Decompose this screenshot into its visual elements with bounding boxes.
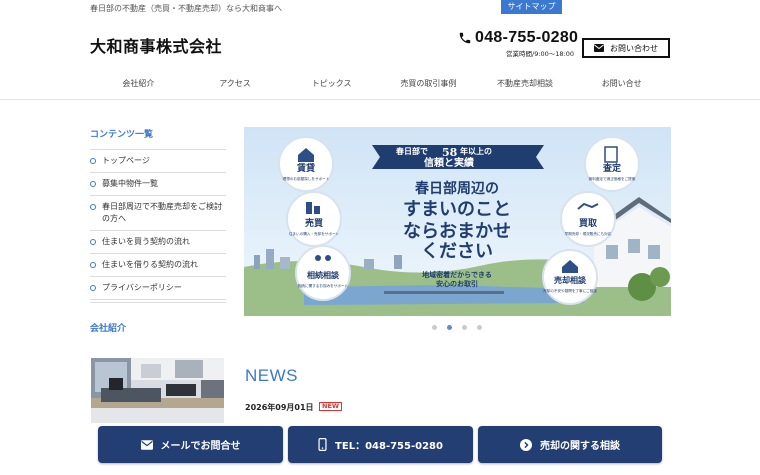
- sidebar-contents-heading: コンテンツ一覧: [90, 130, 154, 140]
- hero-ribbon-main: 信頼と実績: [424, 156, 474, 169]
- arrow-circle-icon: [520, 438, 532, 451]
- building-icon: [306, 202, 312, 214]
- hero-headline-1: 春日部周辺の: [414, 180, 499, 197]
- news-date: 2026年09月01日: [245, 403, 314, 412]
- service-circle-appraisal: 査定 無料査定で適正価格をご提案: [584, 136, 640, 192]
- bullet-icon: [90, 239, 96, 245]
- service-desc: 早期売却・現況販売にも対応: [565, 231, 612, 236]
- carousel-dot[interactable]: [432, 325, 437, 330]
- smartphone-icon: [318, 438, 327, 451]
- news-heading: NEWS: [245, 366, 298, 385]
- service-title: 売買: [305, 217, 323, 229]
- carousel-dot[interactable]: [477, 325, 482, 330]
- service-circle-inheritance: 相続相談 相続に関するお悩みをサポート: [295, 245, 351, 301]
- hero-sub-1: 地域密着だからできる: [422, 270, 492, 279]
- new-badge: NEW: [319, 402, 343, 411]
- contact-button[interactable]: お問い合わせ: [582, 38, 670, 58]
- site-logo[interactable]: 大和商事株式会社: [90, 33, 222, 57]
- sitemap-button[interactable]: サイトマップ: [501, 0, 562, 14]
- sidebar-item-selling[interactable]: 春日部周辺で不動産売却をご検討の方へ: [90, 196, 226, 231]
- sidebar-item-label: 住まいを借りる契約の流れ: [102, 260, 198, 269]
- mail-icon: [140, 439, 153, 450]
- sidebar-item-rent-flow[interactable]: 住まいを借りる契約の流れ: [90, 254, 226, 277]
- service-circle-rent: 賃貸 理想のお部屋探しをサポート: [278, 136, 334, 192]
- sidebar-item-label: 住まいを買う契約の流れ: [102, 237, 190, 246]
- nav-item-access[interactable]: アクセス: [187, 70, 284, 98]
- carousel-dot[interactable]: [462, 325, 467, 330]
- header-phone[interactable]: 048-755-0280: [458, 29, 578, 47]
- service-circle-purchase: 買取 早期売却・現況販売にも対応: [560, 191, 616, 247]
- service-desc: 住まいの購入・売却をサポート: [289, 231, 340, 236]
- sidebar-item-buy-flow[interactable]: 住まいを買う契約の流れ: [90, 231, 226, 254]
- service-desc: 相続に関するお悩みをサポート: [298, 283, 349, 288]
- cta-mail-label: メールでお問合せ: [160, 441, 241, 452]
- sidebar-item-top[interactable]: トップページ: [90, 150, 226, 173]
- carousel-dot[interactable]: [447, 325, 452, 330]
- mail-icon: [594, 44, 604, 52]
- service-title: 賃貸: [296, 162, 315, 174]
- sidebar: コンテンツ一覧 トップページ 募集中物件一覧 春日部周辺で不動産売却をご検討の方…: [90, 127, 226, 300]
- sidebar-item-privacy[interactable]: プライバシーポリシー: [90, 277, 226, 300]
- sidebar-item-label: トップページ: [102, 156, 150, 165]
- cta-phone-button[interactable]: TEL：048-755-0280: [288, 426, 473, 463]
- hero-headline-3: ならおまかせ: [403, 221, 511, 242]
- service-title: 売却相談: [554, 275, 587, 285]
- site-tagline: 春日部の不動産（売買・不動産売却）なら大和商事へ: [90, 4, 282, 13]
- nav-divider: [0, 99, 760, 100]
- office-photo: [91, 358, 224, 423]
- service-desc: 売却の不安や疑問を丁寧にご相談: [543, 288, 597, 293]
- sidebar-item-label: プライバシーポリシー: [102, 283, 182, 292]
- service-circle-sell-consult: 売却相談 売却の不安や疑問を丁寧にご相談: [542, 249, 598, 305]
- hero-banner[interactable]: 春日部で 58 年以上の 信頼と実績 春日部周辺の すまいのこと ならおまかせ …: [244, 127, 671, 316]
- hero-headline-2: すまいのこと: [403, 199, 511, 220]
- nav-item-contact[interactable]: お問い合せ: [573, 70, 670, 98]
- service-title: 買取: [579, 218, 598, 229]
- sidebar-list: トップページ 募集中物件一覧 春日部周辺で不動産売却をご検討の方へ 住まいを買う…: [90, 149, 226, 300]
- service-title: 相続相談: [307, 270, 340, 280]
- service-title: 査定: [602, 162, 622, 174]
- nav-item-cases[interactable]: 売買の取引事例: [380, 70, 477, 98]
- service-desc: 理想のお部屋探しをサポート: [283, 176, 330, 181]
- bullet-icon: [90, 262, 96, 268]
- sidebar-item-listings[interactable]: 募集中物件一覧: [90, 173, 226, 196]
- sidebar-divider: [90, 302, 226, 303]
- nav-item-sell-consult[interactable]: 不動産売却相談: [477, 70, 574, 98]
- people-icon: [315, 255, 321, 261]
- phone-icon: [459, 32, 471, 44]
- contact-button-label: お問い合わせ: [610, 43, 658, 53]
- sidebar-company-heading: 会社紹介: [90, 324, 127, 334]
- sidebar-item-label: 募集中物件一覧: [102, 179, 158, 188]
- hero-ribbon-unit: 年以上の: [460, 146, 492, 156]
- service-circle-trade: 売買 住まいの購入・売却をサポート: [286, 191, 342, 247]
- sidebar-item-label: 春日部周辺で不動産売却をご検討の方へ: [102, 202, 222, 223]
- hero-headline-4: ください: [421, 241, 493, 262]
- hero-ribbon-small: 春日部で: [396, 146, 428, 156]
- cta-phone-label: TEL：048-755-0280: [335, 441, 443, 452]
- cta-sell-label: 売却の関する相談: [540, 441, 620, 452]
- header-phone-number[interactable]: 048-755-0280: [475, 29, 578, 47]
- bullet-icon: [90, 204, 96, 210]
- bullet-icon: [90, 181, 96, 187]
- cta-sell-button[interactable]: 売却の関する相談: [478, 426, 662, 463]
- global-nav: 会社紹介 アクセス トピックス 売買の取引事例 不動産売却相談 お問い合せ: [90, 70, 670, 98]
- cta-mail-button[interactable]: メールでお問合せ: [98, 426, 283, 463]
- nav-item-topics[interactable]: トピックス: [283, 70, 380, 98]
- service-desc: 無料査定で適正価格をご提案: [589, 176, 636, 181]
- business-hours: 営業時間/9:00〜18:00: [506, 50, 575, 58]
- bullet-icon: [90, 285, 96, 291]
- carousel-dots: [432, 325, 482, 330]
- bullet-icon: [90, 158, 96, 164]
- nav-item-company[interactable]: 会社紹介: [90, 70, 187, 98]
- hero-sub-2: 安心のお取引: [436, 279, 478, 288]
